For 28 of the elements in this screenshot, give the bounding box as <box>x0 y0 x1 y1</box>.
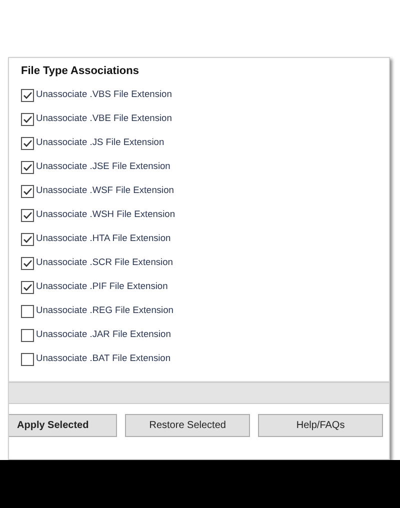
checkmark-icon <box>21 256 34 270</box>
option-checkbox[interactable]: Unassociate .HTA File Extension <box>21 232 389 246</box>
checkmark-icon <box>21 88 34 102</box>
checkmark-icon <box>21 136 34 150</box>
section-title: File Type Associations <box>21 64 140 78</box>
option-checkbox[interactable]: Unassociate .VBS File Extension <box>21 88 389 102</box>
option-checkbox[interactable]: Unassociate .WSF File Extension <box>21 184 389 198</box>
option-checkbox[interactable]: Unassociate .JAR File Extension <box>21 328 389 342</box>
option-checkbox[interactable]: Unassociate .BAT File Extension <box>21 352 389 366</box>
checkmark-icon <box>21 160 34 174</box>
empty-checkbox-icon <box>21 304 34 318</box>
option-checkbox[interactable]: Unassociate .PIF File Extension <box>21 280 389 294</box>
checkmark-icon <box>21 280 34 294</box>
empty-checkbox-icon <box>21 352 34 366</box>
action-button[interactable]: Apply Selected <box>9 414 118 437</box>
action-button[interactable]: Help/FAQs <box>258 414 384 437</box>
option-checkbox[interactable]: Unassociate .SCR File Extension <box>21 256 389 270</box>
checkmark-icon <box>21 232 34 246</box>
option-checkbox[interactable]: Unassociate .VBE File Extension <box>21 112 389 126</box>
checkmark-icon <box>21 184 34 198</box>
empty-checkbox-icon <box>21 328 34 342</box>
option-checkbox[interactable]: Unassociate .JS File Extension <box>21 136 389 150</box>
checkmark-icon <box>21 112 34 126</box>
option-checkbox[interactable]: Unassociate .WSH File Extension <box>21 208 389 222</box>
action-button[interactable]: Restore Selected <box>125 414 250 437</box>
option-checkbox[interactable]: Unassociate .REG File Extension <box>21 304 389 318</box>
option-checkbox[interactable]: Unassociate .JSE File Extension <box>21 160 389 174</box>
checkmark-icon <box>21 208 34 222</box>
